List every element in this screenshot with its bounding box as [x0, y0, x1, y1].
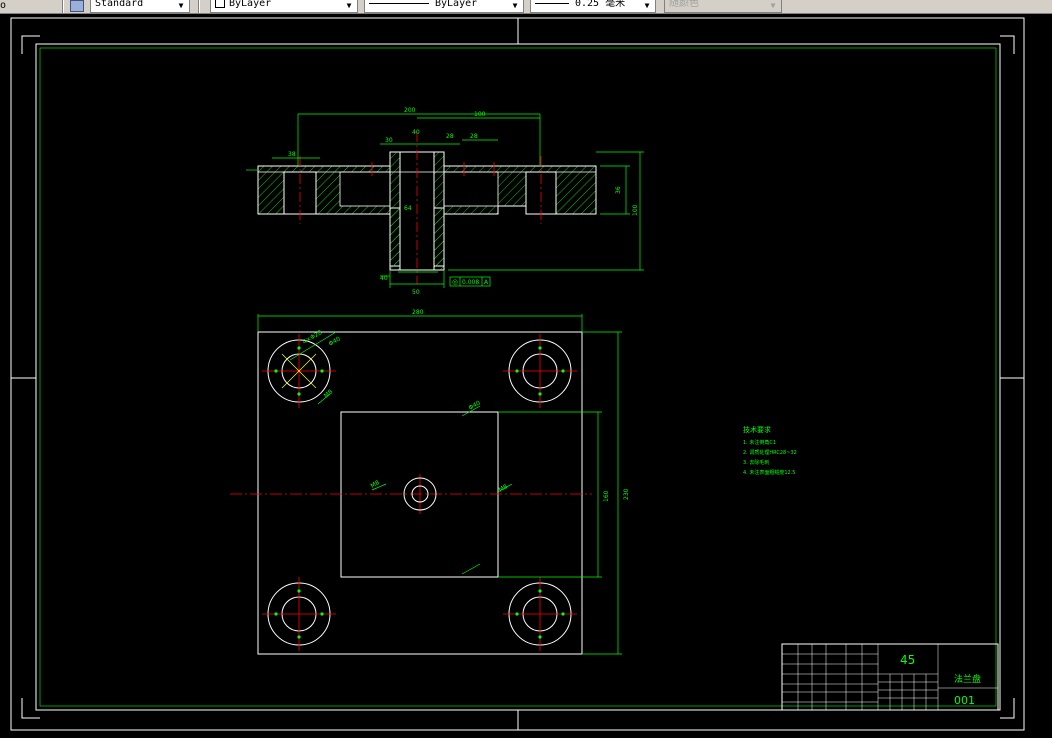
dim-small: 40: [380, 275, 388, 282]
dim-left-bore: 38: [288, 151, 296, 158]
dim-top-3: 28: [446, 133, 454, 140]
material-label: 45: [900, 653, 915, 667]
callout-5: M8: [498, 483, 509, 494]
dim-plan-height: 230: [623, 488, 630, 500]
properties-toolbar: o Standard ▼ ByLayer ▼ ByLayer ▼ 0.25 毫米…: [0, 0, 1052, 14]
callout-1: Φ40: [328, 335, 342, 347]
geometric-tolerance-frame[interactable]: ◎ 0.008 A: [449, 276, 491, 287]
tolerance-datum: A: [484, 279, 489, 286]
partial-combo-left[interactable]: o: [0, 0, 6, 13]
chevron-down-icon[interactable]: ▼: [509, 0, 521, 12]
linetype-combo[interactable]: ByLayer ▼: [364, 0, 524, 13]
chevron-down-icon[interactable]: ▼: [175, 0, 187, 12]
tolerance-value: 0.008: [462, 279, 479, 286]
sheet-border: [10, 17, 1025, 731]
dim-plan-width: 280: [412, 309, 424, 316]
lineweight-combo[interactable]: 0.25 毫米 ▼: [530, 0, 656, 13]
note-item: 1. 未注倒角C1: [743, 439, 776, 446]
dim-mid: 64: [404, 205, 412, 212]
drawing-canvas[interactable]: 200 100 38 28 30 40 28 36 100 64 40 50 ◎…: [0, 14, 1052, 736]
chevron-down-icon[interactable]: ▼: [641, 0, 653, 12]
dim-height: 100: [632, 204, 639, 216]
chevron-down-icon: ▼: [770, 1, 776, 10]
color-combo[interactable]: ByLayer ▼: [210, 0, 358, 13]
notes-title: 技术要求: [743, 425, 771, 434]
part-name-label: 法兰盘: [954, 673, 981, 685]
lineweight-sample-icon: [535, 2, 569, 4]
linetype-sample-icon: [369, 2, 429, 4]
dim-half-width: 100: [474, 111, 486, 118]
command-line[interactable]: [0, 738, 1052, 744]
toolbar-separator: [198, 0, 200, 13]
dim-thickness: 36: [615, 186, 622, 194]
corner-hole: [503, 334, 577, 408]
dim-bottom-width: 50: [412, 289, 420, 296]
plan-dimension-labels: 280 230 160 4×Φ28 Φ40 M8 Φ40 M8 M8: [302, 309, 631, 502]
note-item: 4. 未注表面粗糙度12.5: [743, 469, 796, 476]
dim-right-bore: 28: [470, 133, 478, 140]
note-item: 3. 去除毛刺: [743, 459, 769, 466]
inner-frame: [39, 47, 997, 707]
technical-notes[interactable]: 技术要求 1. 未注倒角C1 2. 调质处理HRC28~32 3. 去除毛刺 4…: [743, 425, 797, 476]
dim-inner-height: 160: [603, 490, 610, 502]
dim-top-2: 40: [412, 129, 420, 136]
corner-hole: [503, 577, 577, 651]
drawing-number-label: 001: [954, 694, 975, 707]
callout-2: M8: [323, 388, 335, 399]
corner-hole: [262, 577, 336, 651]
dim-top-1: 30: [385, 137, 393, 144]
chevron-down-icon[interactable]: ▼: [343, 0, 355, 12]
section-view[interactable]: [257, 132, 597, 284]
drawing-frame: [35, 43, 1001, 711]
dim-overall-width: 200: [404, 107, 416, 114]
callout-3: Φ40: [468, 399, 482, 411]
plan-view[interactable]: [230, 331, 592, 655]
color-swatch-icon: [215, 0, 225, 8]
plot-style-combo: 随颜色 ▼: [664, 0, 782, 13]
text-style-icon[interactable]: [70, 0, 84, 12]
toolbar-separator: [62, 0, 64, 13]
title-block[interactable]: 45 法兰盘 001: [781, 643, 999, 711]
text-style-combo[interactable]: Standard ▼: [90, 0, 190, 13]
callout-4: M8: [370, 479, 381, 490]
concentricity-icon: ◎: [452, 278, 458, 286]
frame-corner-marks: [11, 18, 1024, 730]
note-item: 2. 调质处理HRC28~32: [743, 449, 797, 456]
